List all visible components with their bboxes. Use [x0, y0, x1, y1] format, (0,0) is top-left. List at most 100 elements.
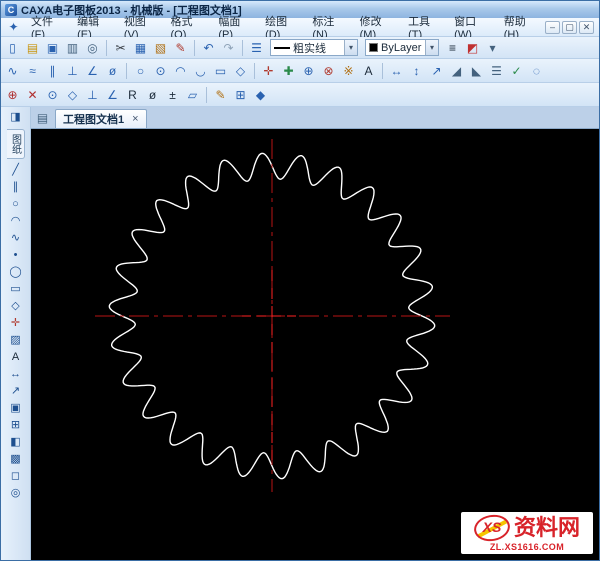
style-manager-icon[interactable]: ◆	[251, 86, 270, 104]
document-tab[interactable]: 工程图文档1 ×	[55, 109, 147, 128]
layer-icon[interactable]: ☰	[247, 39, 266, 57]
confirm-icon[interactable]: ✓	[507, 62, 526, 80]
sheet-panel-tab[interactable]: 图纸	[6, 129, 25, 159]
reference-icon[interactable]: ※	[339, 62, 358, 80]
grid-snap-icon[interactable]: ⊞	[231, 86, 250, 104]
dim-vertical-icon[interactable]: ↕	[407, 62, 426, 80]
color-combo[interactable]: ByLayer ▾	[365, 39, 439, 56]
gdt-frame-icon[interactable]: ◇	[63, 86, 82, 104]
toolbar-separator	[254, 62, 255, 79]
text-icon[interactable]: A	[359, 62, 378, 80]
panel-toggle-icon[interactable]: ◨	[4, 109, 28, 126]
open-icon[interactable]: ▤	[23, 39, 42, 57]
print-preview-icon[interactable]: ◎	[83, 39, 102, 57]
tab-close-icon[interactable]: ×	[132, 113, 138, 125]
double-line-icon[interactable]: ≈	[23, 62, 42, 80]
draw-polygon-icon[interactable]: ◇	[4, 298, 28, 315]
redo-icon[interactable]: ↷	[219, 39, 238, 57]
circle-times-icon[interactable]: ⊗	[319, 62, 338, 80]
toolbar-separator	[242, 39, 243, 56]
parallel-line-icon[interactable]: ∥	[43, 62, 62, 80]
child-close-button[interactable]: ✕	[579, 20, 594, 34]
doc-list-icon[interactable]: ▤	[33, 109, 52, 127]
leader-icon[interactable]: ↗	[427, 62, 446, 80]
toolbar-annotation: ⊕ ✕ ⊙ ◇ ⊥ ∠ Rø ± ▱ ✎ ⊞ ◆	[1, 83, 599, 107]
paste-icon[interactable]: ▧	[151, 39, 170, 57]
diameter-icon[interactable]: ø	[103, 62, 122, 80]
erase-icon[interactable]: ◻	[4, 468, 28, 485]
draw-text-icon[interactable]: A	[4, 349, 28, 366]
line-style-combo-value: 粗实线	[293, 42, 326, 55]
draw-point-icon[interactable]: •	[4, 247, 28, 264]
circle-icon[interactable]: ○	[131, 62, 150, 80]
menu-app-icon: ✦	[8, 20, 19, 34]
draw-leader-icon[interactable]: ↗	[4, 383, 28, 400]
diamond-icon[interactable]: ◇	[231, 62, 250, 80]
draw-arc-icon[interactable]: ◠	[4, 213, 28, 230]
edit-dim-icon[interactable]: ✎	[211, 86, 230, 104]
draw-rectangle-icon[interactable]: ▭	[4, 281, 28, 298]
arc-lower-icon[interactable]: ◡	[191, 62, 210, 80]
toolbar-separator	[126, 62, 127, 79]
line-style-combo[interactable]: 粗实线 ▾	[270, 39, 358, 56]
more-colors-icon[interactable]: ▾	[483, 39, 502, 57]
new-icon[interactable]: ▯	[3, 39, 22, 57]
center-cross-icon[interactable]: ✛	[259, 62, 278, 80]
fill-icon[interactable]: ▩	[4, 451, 28, 468]
options-list-icon[interactable]: ☰	[487, 62, 506, 80]
draw-dimension-icon[interactable]: ↔	[4, 366, 28, 383]
circle-plus-icon[interactable]: ⊕	[299, 62, 318, 80]
concentric-circle-icon[interactable]: ⊙	[151, 62, 170, 80]
search-icon[interactable]: ◌	[527, 62, 546, 80]
format-painter-icon[interactable]: ✎	[171, 39, 190, 57]
center-mark-icon[interactable]: ⊙	[43, 86, 62, 104]
palette-icon[interactable]: ◩	[463, 39, 482, 57]
arc-upper-icon[interactable]: ◠	[171, 62, 190, 80]
app-icon: C	[5, 3, 17, 16]
angularity-icon[interactable]: ∠	[103, 86, 122, 104]
angle-line-icon[interactable]: ∠	[83, 62, 102, 80]
save-icon[interactable]: ▣	[43, 39, 62, 57]
plus-icon[interactable]: ✚	[279, 62, 298, 80]
perpendicular-icon[interactable]: ⊥	[63, 62, 82, 80]
wave-line-icon[interactable]: ∿	[3, 62, 22, 80]
cut-icon[interactable]: ✂	[111, 39, 130, 57]
copy-icon[interactable]: ▦	[131, 39, 150, 57]
child-minimize-button[interactable]: –	[545, 20, 560, 34]
diameter-dim-icon[interactable]: ø	[143, 86, 162, 104]
draw-centerline-icon[interactable]: ✛	[4, 315, 28, 332]
dim-horizontal-icon[interactable]: ↔	[387, 62, 406, 80]
child-window-buttons: – ▢ ✕	[545, 20, 594, 34]
draw-hatch-icon[interactable]: ▨	[4, 332, 28, 349]
drawing-area[interactable]: XS 资料网 ZL.XS1616.COM	[31, 129, 599, 560]
color-combo-swatch	[369, 43, 378, 52]
array-icon[interactable]: ⊞	[4, 417, 28, 434]
tolerance-icon[interactable]: ±	[163, 86, 182, 104]
line-width-icon[interactable]: ≡	[443, 39, 462, 57]
zoom-icon[interactable]: ◎	[4, 485, 28, 502]
watermark-logo-icon: XS	[472, 512, 512, 544]
toolbar-separator	[382, 62, 383, 79]
mirror-icon[interactable]: ◧	[4, 434, 28, 451]
delete-mark-icon[interactable]: ✕	[23, 86, 42, 104]
datum-target-icon[interactable]: ⊕	[3, 86, 22, 104]
make-block-icon[interactable]: ▣	[4, 400, 28, 417]
draw-circle-icon[interactable]: ○	[4, 196, 28, 213]
print-icon[interactable]: ▥	[63, 39, 82, 57]
perpendicularity-icon[interactable]: ⊥	[83, 86, 102, 104]
draw-parallel-icon[interactable]: ∥	[4, 179, 28, 196]
line-style-combo-arrow-icon[interactable]: ▾	[344, 40, 357, 55]
draw-ellipse-icon[interactable]: ◯	[4, 264, 28, 281]
rectangle-icon[interactable]: ▭	[211, 62, 230, 80]
fillet-icon[interactable]: ◣	[467, 62, 486, 80]
chamfer-icon[interactable]: ◢	[447, 62, 466, 80]
drawing-canvas[interactable]	[31, 129, 599, 560]
color-combo-arrow-icon[interactable]: ▾	[425, 40, 438, 55]
draw-spline-icon[interactable]: ∿	[4, 230, 28, 247]
radius-dim-icon[interactable]: R	[123, 86, 142, 104]
draw-line-icon[interactable]: ╱	[4, 162, 28, 179]
child-restore-button[interactable]: ▢	[562, 20, 577, 34]
undo-icon[interactable]: ↶	[199, 39, 218, 57]
surface-finish-icon[interactable]: ▱	[183, 86, 202, 104]
line-style-combo-swatch	[274, 46, 290, 49]
